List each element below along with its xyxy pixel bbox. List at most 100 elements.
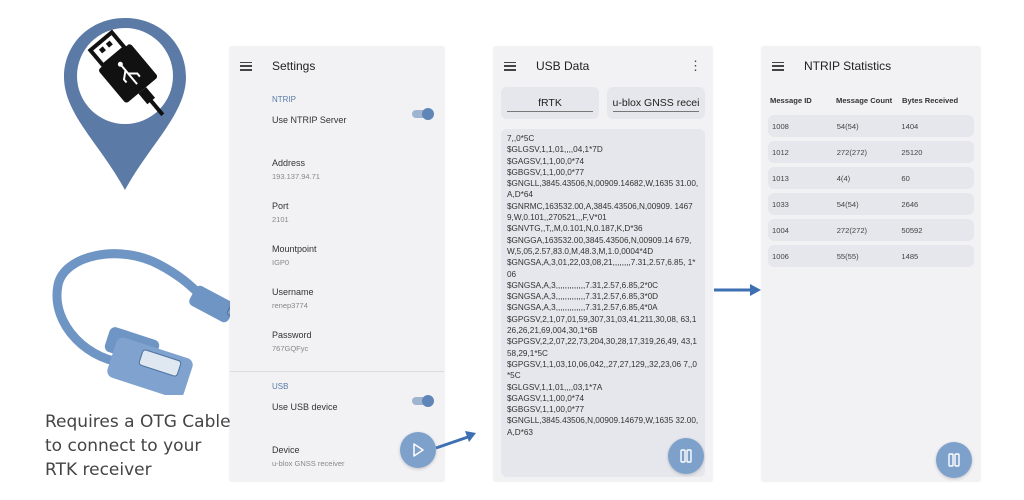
table-row: 1033 54(54) 2646 xyxy=(768,193,974,215)
col-bytes-received: Bytes Received xyxy=(902,95,959,105)
stats-header-row: Message ID Message Count Bytes Received xyxy=(762,89,980,111)
log-line: $GNGLL,3845.43506,N,00909.14682,W,1635 3… xyxy=(507,179,699,200)
message-id-cell: 1004 xyxy=(772,225,789,235)
table-row: 1006 55(55) 1485 xyxy=(768,245,974,267)
log-line: $GNGSA,A,3,,,,,,,,,,,,,7.31,2.57,6.85,4*… xyxy=(507,303,658,313)
message-count-cell: 54(54) xyxy=(836,199,859,209)
table-row: 1008 54(54) 1404 xyxy=(768,115,974,137)
log-line: $GBGSV,1,1,00,0*77 xyxy=(507,405,585,415)
usb-data-log[interactable]: 7,,0*5C $GLGSV,1,1,01,,,,04,1*7D $GAGSV,1,… xyxy=(501,129,705,477)
message-id-cell: 1012 xyxy=(772,147,789,157)
log-line: $GNGSA,A,3,01,22,03,08,21,,,,,,,,7.31,2.… xyxy=(507,258,696,279)
caption-line-1: Requires a OTG Cable xyxy=(45,412,231,432)
bytes-received-cell: 1485 xyxy=(901,251,919,261)
frtk-button-label: fRTK xyxy=(538,97,562,109)
port-value: 2101 xyxy=(272,215,289,224)
caption-line-2: to connect to your xyxy=(45,436,202,456)
more-vertical-icon[interactable]: ⋮ xyxy=(689,59,702,72)
message-count-cell: 272(272) xyxy=(836,225,868,235)
message-id-cell: 1006 xyxy=(772,251,789,261)
bytes-received-cell: 25120 xyxy=(901,147,923,157)
device-select-button[interactable]: u-blox GNSS recei xyxy=(607,87,705,119)
log-line: $GAGSV,1,1,00,0*74 xyxy=(507,393,585,403)
pause-icon xyxy=(680,449,692,463)
password-value: 767GQFyc xyxy=(272,344,309,353)
col-message-count: Message Count xyxy=(836,95,893,105)
usb-data-screen: USB Data ⋮ fRTK u-blox GNSS recei 7,,0*5… xyxy=(494,47,712,481)
use-usb-toggle-row[interactable]: Use USB device xyxy=(230,394,444,437)
password-label: Password xyxy=(272,330,312,340)
usb-title: USB Data xyxy=(536,59,590,73)
arrow-right-icon xyxy=(435,431,476,450)
menu-icon[interactable] xyxy=(240,61,252,71)
message-id-cell: 1033 xyxy=(772,199,789,209)
bytes-received-cell: 1404 xyxy=(901,121,919,131)
log-line: $GNGSA,A,3,,,,,,,,,,,,,7.31,2.57,6.85,2*… xyxy=(507,280,659,290)
bytes-received-cell: 50592 xyxy=(901,225,923,235)
ntrip-section-header: NTRIP xyxy=(272,95,296,104)
mountpoint-pref[interactable]: Mountpoint IGP0 xyxy=(230,236,444,279)
usb-button-row: fRTK u-blox GNSS recei xyxy=(494,85,712,119)
table-row: 1004 272(272) 50592 xyxy=(768,219,974,241)
col-message-id: Message ID xyxy=(770,95,812,105)
pause-button[interactable] xyxy=(936,442,972,478)
usb-switch[interactable] xyxy=(412,395,434,407)
settings-title: Settings xyxy=(272,59,316,73)
port-pref[interactable]: Port 2101 xyxy=(230,193,444,236)
log-line: $GNVTG,,T,,M,0.101,N,0.187,K,D*36 xyxy=(507,224,643,234)
use-ntrip-toggle-row[interactable]: Use NTRIP Server xyxy=(230,107,444,150)
bytes-received-cell: 2646 xyxy=(901,199,919,209)
message-count-cell: 55(55) xyxy=(836,251,859,261)
device-select-label: u-blox GNSS recei xyxy=(612,97,700,109)
address-label: Address xyxy=(272,158,306,168)
bytes-received-cell: 60 xyxy=(901,173,910,183)
caption-line-3: RTK receiver xyxy=(45,460,152,480)
log-line: $GAGSV,1,1,00,0*74 xyxy=(507,156,585,166)
log-line: $GNGGA,163532.00,3845.43506,N,00909.14 6… xyxy=(507,235,692,256)
menu-icon[interactable] xyxy=(772,61,784,71)
pause-icon xyxy=(948,453,960,467)
message-count-cell: 272(272) xyxy=(836,147,868,157)
address-value: 193.137.94.71 xyxy=(272,172,320,181)
username-label: Username xyxy=(272,287,314,297)
log-line: $GBGSV,1,1,00,0*77 xyxy=(507,167,585,177)
port-label: Port xyxy=(272,201,289,211)
log-line: $GNRMC,163532.00,A,3845.43506,N,00909. 1… xyxy=(507,201,693,223)
log-line: $GLGSV,1,1,01,,,,03,1*7A xyxy=(507,382,603,392)
table-row: 1013 4(4) 60 xyxy=(768,167,974,189)
menu-icon[interactable] xyxy=(504,61,516,71)
frtk-button[interactable]: fRTK xyxy=(501,87,599,119)
ntrip-appbar: NTRIP Statistics xyxy=(762,47,980,85)
mountpoint-value: IGP0 xyxy=(272,258,290,267)
usb-section-header: USB xyxy=(272,382,289,391)
play-icon xyxy=(413,443,424,457)
pause-button[interactable] xyxy=(668,438,704,474)
usb-plug-map-pin-icon xyxy=(64,18,186,190)
log-line: $GNGSA,A,3,,,,,,,,,,,,,7.31,2.57,6.85,3*… xyxy=(507,292,659,302)
ntrip-switch[interactable] xyxy=(412,108,434,120)
message-id-cell: 1008 xyxy=(772,121,789,131)
log-line: $GLGSV,1,1,01,,,,04,1*7D xyxy=(507,145,603,155)
address-pref[interactable]: Address 193.137.94.71 xyxy=(230,150,444,193)
log-line: $GNGLL,3845.43506,N,00909.14679,W,1635 3… xyxy=(507,416,699,437)
log-line: $GPGSV,2,1,07,01,59,307,31,03,41,211,30,… xyxy=(507,314,697,336)
mountpoint-label: Mountpoint xyxy=(272,244,317,254)
otg-caption: Requires a OTG Cable to connect to your … xyxy=(45,410,235,482)
settings-screen: Settings NTRIP Use NTRIP Server Address … xyxy=(230,47,444,481)
usb-appbar: USB Data ⋮ xyxy=(494,47,712,85)
ntrip-statistics-screen: NTRIP Statistics Message ID Message Coun… xyxy=(762,47,980,481)
username-value: renep3774 xyxy=(272,301,308,310)
play-button[interactable] xyxy=(400,432,436,468)
log-line: 7,,0*5C xyxy=(507,134,535,143)
settings-appbar: Settings xyxy=(230,47,444,85)
message-count-cell: 54(54) xyxy=(836,121,859,131)
otg-cable-icon xyxy=(52,249,245,395)
password-pref[interactable]: Password 767GQFyc xyxy=(230,322,444,365)
message-id-cell: 1013 xyxy=(772,173,789,183)
ntrip-title: NTRIP Statistics xyxy=(804,59,892,73)
log-line: $GPGSV,2,2,07,22,73,204,30,28,17,319,26,… xyxy=(507,337,697,358)
username-pref[interactable]: Username renep3774 xyxy=(230,279,444,322)
table-row: 1012 272(272) 25120 xyxy=(768,141,974,163)
message-count-cell: 4(4) xyxy=(836,173,851,183)
log-line: $GPGSV,1,1,03,10,06,042,,27,27,129,,32,2… xyxy=(507,359,697,381)
